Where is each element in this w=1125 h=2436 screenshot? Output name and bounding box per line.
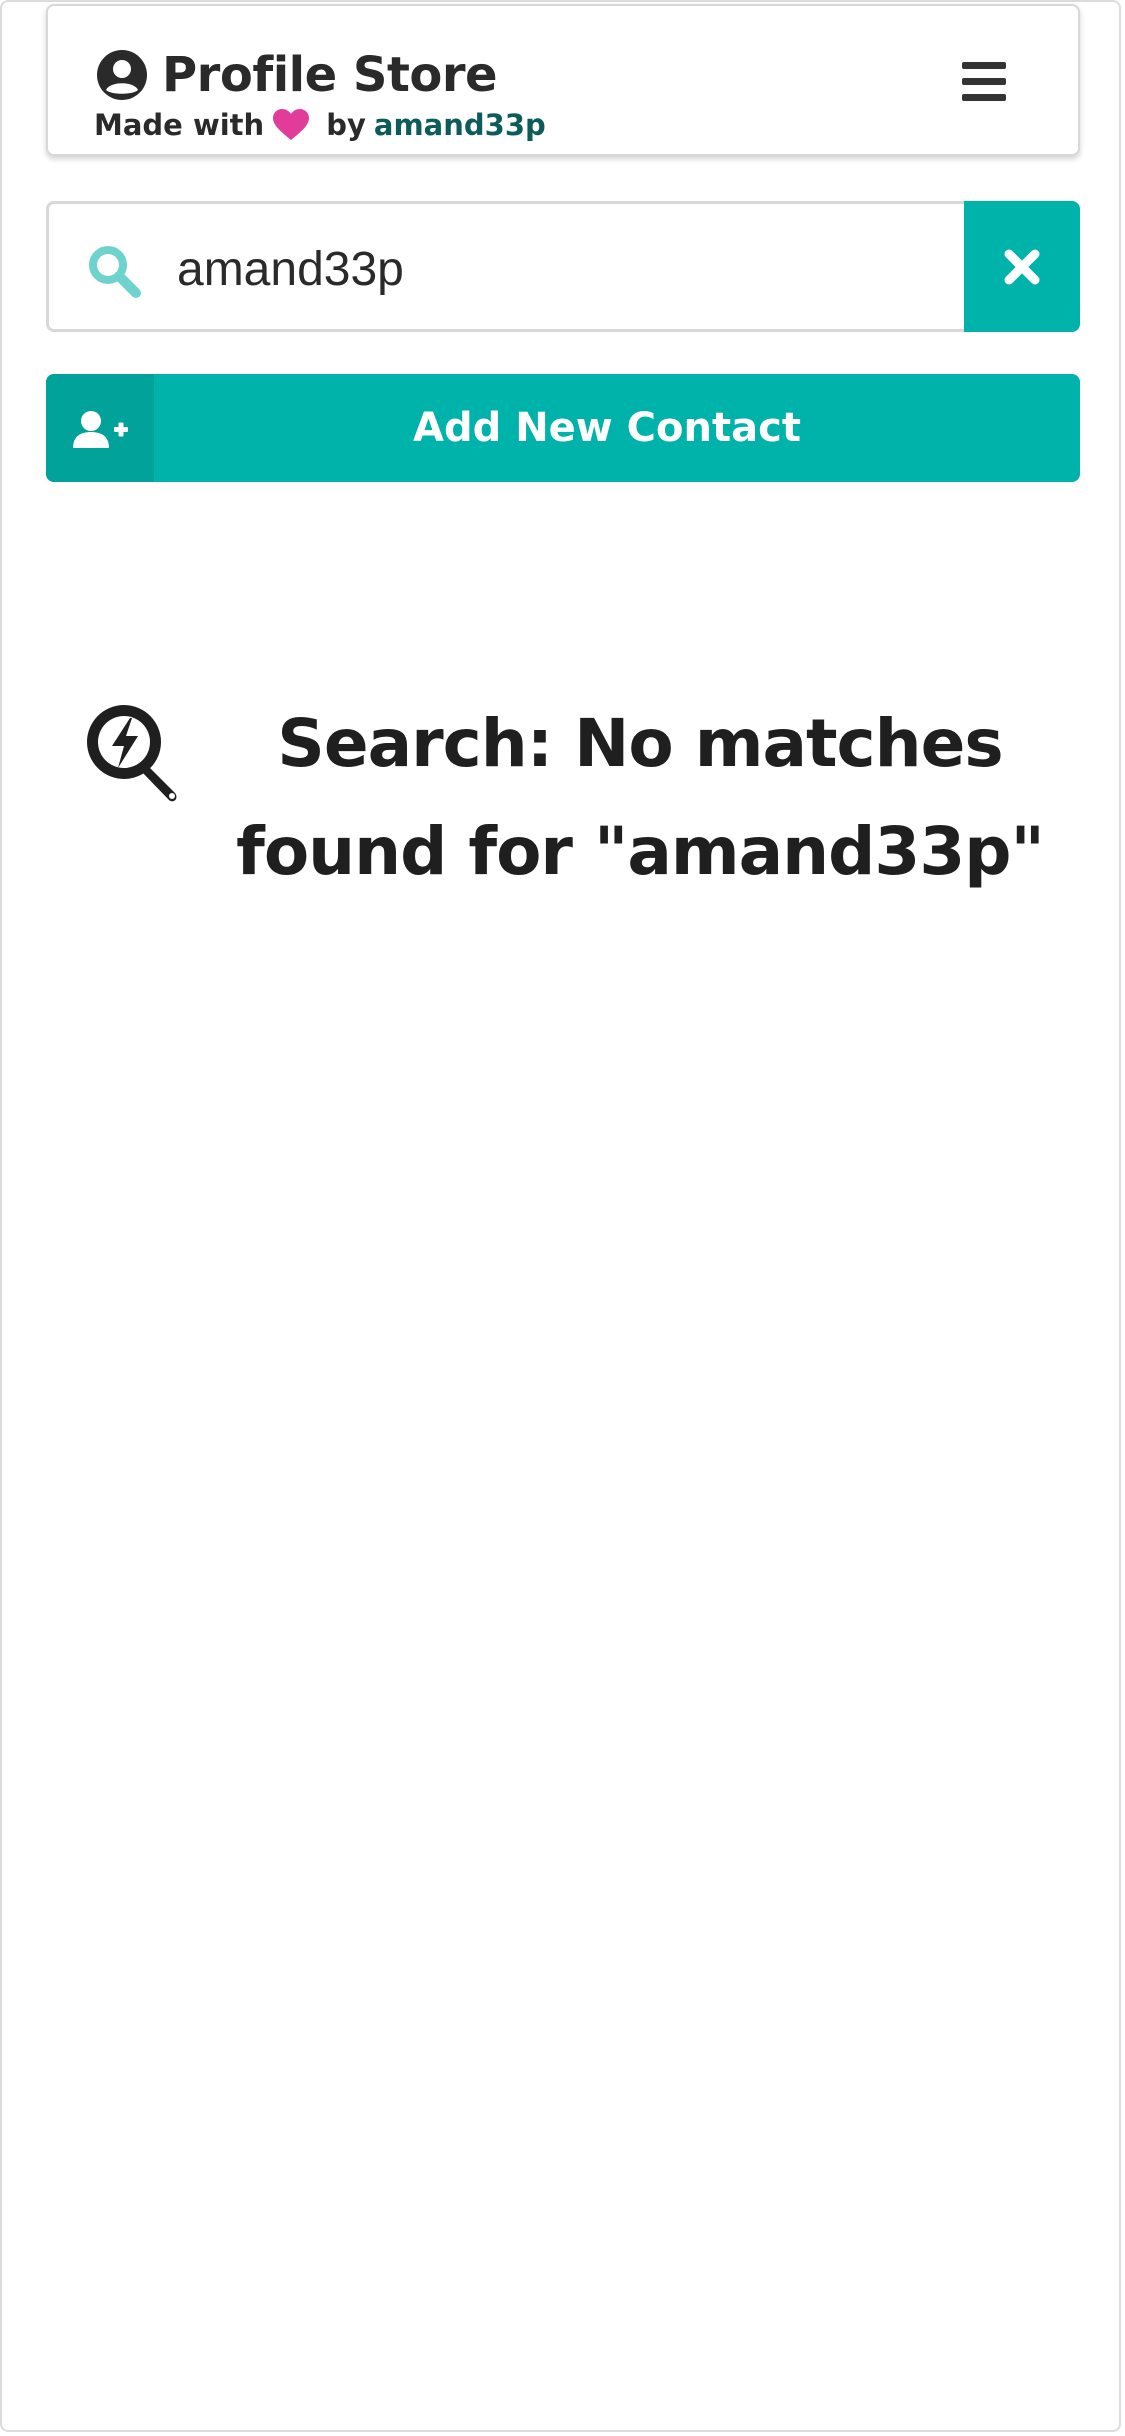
search-icon [89, 246, 141, 298]
search-bar [46, 201, 1080, 332]
hamburger-menu-icon [962, 62, 1006, 101]
search-input[interactable] [177, 230, 937, 308]
search-no-result-icon [87, 705, 177, 802]
app-header: Profile Store Made with by amand33p [46, 4, 1080, 156]
byline: Made with by amand33p [94, 108, 546, 142]
empty-search-state: Search: No matches found for "amand33p" [40, 690, 1080, 910]
add-new-contact-button[interactable]: Add New Contact [46, 374, 1080, 482]
close-icon [1004, 249, 1040, 285]
brand: Profile Store [96, 42, 498, 108]
no-matches-message: Search: No matches found for "amand33p" [236, 705, 1045, 890]
user-circle-icon [97, 50, 147, 100]
app-title: Profile Store [162, 47, 498, 103]
add-new-contact-label: Add New Contact [413, 405, 801, 451]
user-plus-icon [73, 411, 128, 448]
menu-button[interactable] [962, 62, 1006, 102]
author-link[interactable]: amand33p [374, 108, 546, 142]
clear-search-button[interactable] [964, 201, 1080, 332]
app-frame [0, 0, 1121, 2432]
heart-icon [273, 109, 310, 140]
search-field-container [46, 201, 966, 332]
made-with-text: Made with [94, 108, 265, 142]
add-contact-icon-box [46, 374, 154, 482]
by-text: by [326, 108, 366, 142]
